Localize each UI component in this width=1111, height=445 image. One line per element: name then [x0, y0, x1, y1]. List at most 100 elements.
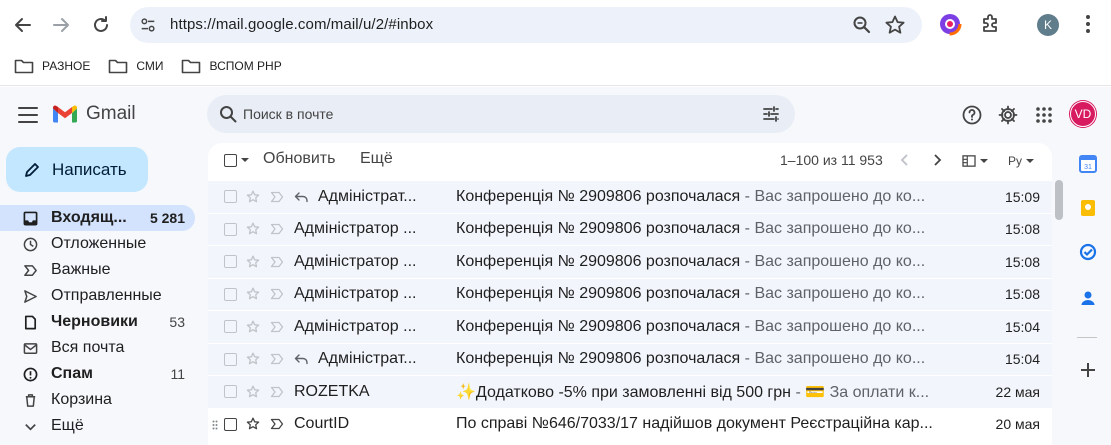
select-dropdown-icon[interactable]: [241, 158, 249, 162]
sidebar-item[interactable]: Корзина: [0, 387, 195, 413]
search-input[interactable]: [243, 103, 743, 125]
url-text[interactable]: https://mail.google.com/mail/u/2/#inbox: [170, 16, 433, 33]
extensions-puzzle-icon[interactable]: [978, 12, 1002, 36]
unread-count: 11: [170, 366, 185, 382]
email-row[interactable]: Адміністратор ... Конференція № 2909806 р…: [208, 246, 1052, 279]
account-avatar[interactable]: VD: [1070, 101, 1096, 127]
important-marker-icon[interactable]: [270, 353, 284, 365]
forward-button[interactable]: [44, 8, 78, 42]
browser-menu-icon[interactable]: [1078, 12, 1098, 36]
bookmark-folder-php[interactable]: ВСПОМ PHP: [181, 53, 282, 79]
important-marker-icon[interactable]: [270, 191, 284, 203]
important-marker-icon[interactable]: [270, 288, 284, 300]
sidebar-item[interactable]: Отправленные: [0, 283, 195, 309]
browser-profile-avatar[interactable]: K: [1037, 14, 1059, 36]
scrollbar-thumb[interactable]: [1055, 180, 1063, 220]
star-icon[interactable]: [246, 190, 260, 204]
sidebar-item[interactable]: Важные: [0, 257, 195, 283]
sidebar-item[interactable]: Спам 11: [0, 361, 195, 387]
sidebar-item-label: Отложенные: [51, 235, 147, 252]
input-tools-label: Ру: [1008, 154, 1023, 168]
email-subject-line: Конференція № 2909806 розпочалася - Вас …: [456, 350, 968, 368]
row-checkbox[interactable]: [224, 417, 237, 431]
star-icon[interactable]: [246, 222, 260, 236]
row-checkbox[interactable]: [224, 320, 237, 334]
star-icon[interactable]: [246, 352, 260, 366]
row-checkbox[interactable]: [224, 385, 237, 399]
email-row[interactable]: Адміністратор ... Конференція № 2909806 р…: [208, 278, 1052, 311]
select-all-checkbox[interactable]: [224, 154, 237, 167]
sidebar-item[interactable]: Черновики 53: [0, 309, 195, 335]
site-settings-icon[interactable]: [138, 15, 158, 35]
important-marker-icon[interactable]: [270, 256, 284, 268]
back-button[interactable]: [6, 8, 40, 42]
email-snippet: - Вас запрошено до ко...: [740, 350, 926, 368]
search-icon[interactable]: [219, 105, 237, 123]
important-marker-icon[interactable]: [270, 386, 284, 398]
row-checkbox[interactable]: [224, 222, 237, 236]
input-tools-button[interactable]: Ру: [1008, 153, 1035, 169]
next-page-icon[interactable]: [930, 153, 944, 167]
email-subject-line: Конференція № 2909806 розпочалася - Вас …: [456, 318, 968, 336]
gmail-logo[interactable]: Gmail: [52, 103, 136, 125]
email-row[interactable]: ROZETKA ✨Додатково -5% при замовленні від…: [208, 376, 1052, 409]
email-list: Адміністрат... Конференція № 2909806 розп…: [208, 181, 1052, 441]
bookmark-folder-smi[interactable]: СМИ: [108, 53, 163, 79]
email-row[interactable]: Адміністратор ... Конференція № 2909806 р…: [208, 311, 1052, 344]
settings-gear-icon[interactable]: [997, 104, 1019, 126]
bookmark-star-icon[interactable]: [884, 14, 906, 36]
email-snippet: - Вас запрошено до ко...: [740, 285, 926, 303]
email-sender: Адміністратор ...: [294, 220, 417, 238]
prev-page-icon[interactable]: [898, 153, 912, 167]
zoom-icon[interactable]: [852, 15, 872, 35]
email-subject-line: Конференція № 2909806 розпочалася - Вас …: [456, 188, 968, 206]
search-bar[interactable]: [207, 95, 795, 133]
compose-button[interactable]: Написать: [6, 147, 148, 192]
row-checkbox[interactable]: [224, 352, 237, 366]
email-subject: Конференція № 2909806 розпочалася: [456, 252, 741, 270]
email-snippet: - 💳 За оплати к...: [791, 383, 930, 401]
row-checkbox[interactable]: [224, 287, 237, 301]
star-icon[interactable]: [246, 255, 260, 269]
sidebar-item[interactable]: Вся почта: [0, 335, 195, 361]
main-menu-icon[interactable]: [18, 107, 38, 123]
apps-grid-icon[interactable]: [1033, 104, 1055, 126]
send-icon: [22, 288, 38, 304]
reload-button[interactable]: [84, 8, 118, 42]
add-addon-icon[interactable]: [1079, 361, 1097, 379]
row-checkbox[interactable]: [224, 190, 237, 204]
more-button[interactable]: Ещё: [360, 150, 393, 168]
star-icon[interactable]: [246, 385, 260, 399]
email-row[interactable]: Адміністратор ... Конференція № 2909806 р…: [208, 213, 1052, 246]
star-icon[interactable]: [246, 287, 260, 301]
email-time: 15:08: [1004, 221, 1040, 238]
email-row[interactable]: Адміністрат... Конференція № 2909806 розп…: [208, 181, 1052, 214]
drag-handle-icon[interactable]: [212, 420, 218, 430]
help-icon[interactable]: [961, 104, 983, 126]
sidebar-item[interactable]: Входящ... 5 281: [0, 205, 195, 231]
important-marker-icon[interactable]: [270, 418, 284, 430]
bookmarks-bar: РАЗНОЕ СМИ ВСПОМ PHP: [0, 52, 286, 80]
important-marker-icon[interactable]: [270, 223, 284, 235]
search-options-icon[interactable]: [761, 104, 781, 124]
split-pane-toggle[interactable]: [962, 153, 988, 169]
address-bar[interactable]: https://mail.google.com/mail/u/2/#inbox: [130, 7, 922, 43]
row-checkbox[interactable]: [224, 255, 237, 269]
sidebar-item[interactable]: Отложенные: [0, 231, 195, 257]
email-subject: Конференція № 2909806 розпочалася: [456, 285, 741, 303]
sidebar-item[interactable]: Ещё: [0, 413, 195, 439]
calendar-icon[interactable]: 31: [1079, 155, 1097, 173]
email-row[interactable]: CourtID По справі №646/7033/17 надійшов д…: [208, 408, 1052, 441]
contacts-icon[interactable]: [1079, 289, 1097, 307]
color-extension-icon[interactable]: [938, 12, 962, 36]
star-icon[interactable]: [246, 320, 260, 334]
keep-icon[interactable]: [1079, 199, 1097, 217]
refresh-button[interactable]: Обновить: [263, 150, 335, 168]
bookmark-folder-raznoe[interactable]: РАЗНОЕ: [14, 53, 90, 79]
important-marker-icon[interactable]: [270, 321, 284, 333]
tasks-icon[interactable]: [1079, 243, 1097, 261]
email-row[interactable]: Адміністрат... Конференція № 2909806 розп…: [208, 343, 1052, 376]
email-sender: Адміністрат...: [318, 350, 417, 368]
star-icon[interactable]: [246, 417, 260, 431]
mail-toolbar: Обновить Ещё 1–100 из 11 953 Ру: [208, 143, 1052, 179]
